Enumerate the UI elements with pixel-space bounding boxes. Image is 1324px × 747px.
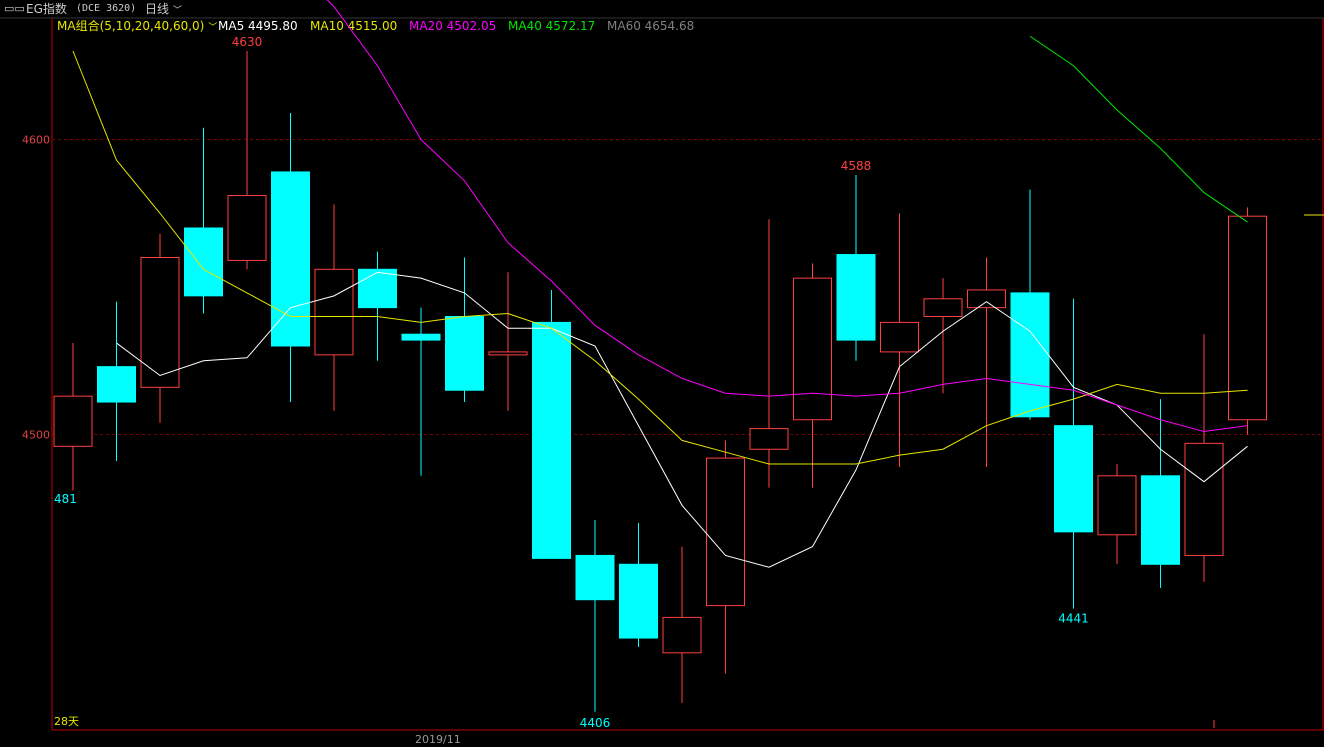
candle-body[interactable] xyxy=(1141,475,1180,565)
candle-body[interactable] xyxy=(1010,292,1050,418)
candle-body[interactable] xyxy=(1228,215,1267,421)
candle-body[interactable] xyxy=(836,254,876,341)
candle-body[interactable] xyxy=(880,321,919,353)
candle-body[interactable] xyxy=(749,428,789,450)
candle-body[interactable] xyxy=(358,268,397,309)
candle-body[interactable] xyxy=(445,316,484,391)
min-price-label: 4406 xyxy=(580,716,611,730)
candle-body[interactable] xyxy=(227,195,267,261)
y-tick-label: 4500 xyxy=(22,429,50,442)
candle-body[interactable] xyxy=(401,333,441,341)
candle-body[interactable] xyxy=(488,351,528,356)
left-edge-value-label: 481 xyxy=(54,492,77,506)
days-count-label: 28天 xyxy=(54,715,79,728)
candle-body[interactable] xyxy=(184,227,223,297)
candle-body[interactable] xyxy=(575,554,615,601)
date-axis-label: 2019/11 xyxy=(415,733,461,746)
candle-body[interactable] xyxy=(662,616,702,654)
candle-body[interactable] xyxy=(706,457,745,607)
candle-body[interactable] xyxy=(1097,475,1137,536)
candle-body[interactable] xyxy=(314,268,354,356)
local-high-label: 4588 xyxy=(841,159,872,173)
candle-body[interactable] xyxy=(1054,425,1093,533)
local-low-label: 4441 xyxy=(1058,612,1089,626)
candle-body[interactable] xyxy=(967,289,1006,309)
max-price-label: 4630 xyxy=(232,35,263,49)
ma-line-ma20 xyxy=(326,0,1248,433)
candle-body[interactable] xyxy=(532,321,571,559)
candle-body[interactable] xyxy=(53,395,93,447)
candle-body[interactable] xyxy=(97,366,136,403)
candle-body[interactable] xyxy=(793,277,832,421)
y-tick-label: 4600 xyxy=(22,134,50,147)
candle-body[interactable] xyxy=(140,257,180,388)
ma-line-ma40 xyxy=(1029,35,1248,223)
candle-body[interactable] xyxy=(1184,442,1224,556)
candle-body[interactable] xyxy=(271,171,310,347)
candle-body[interactable] xyxy=(619,563,658,639)
candle-body[interactable] xyxy=(923,298,963,317)
candlestick-chart[interactable]: 4600 4500 4630 4588 4406 4441 481 xyxy=(0,0,1324,747)
